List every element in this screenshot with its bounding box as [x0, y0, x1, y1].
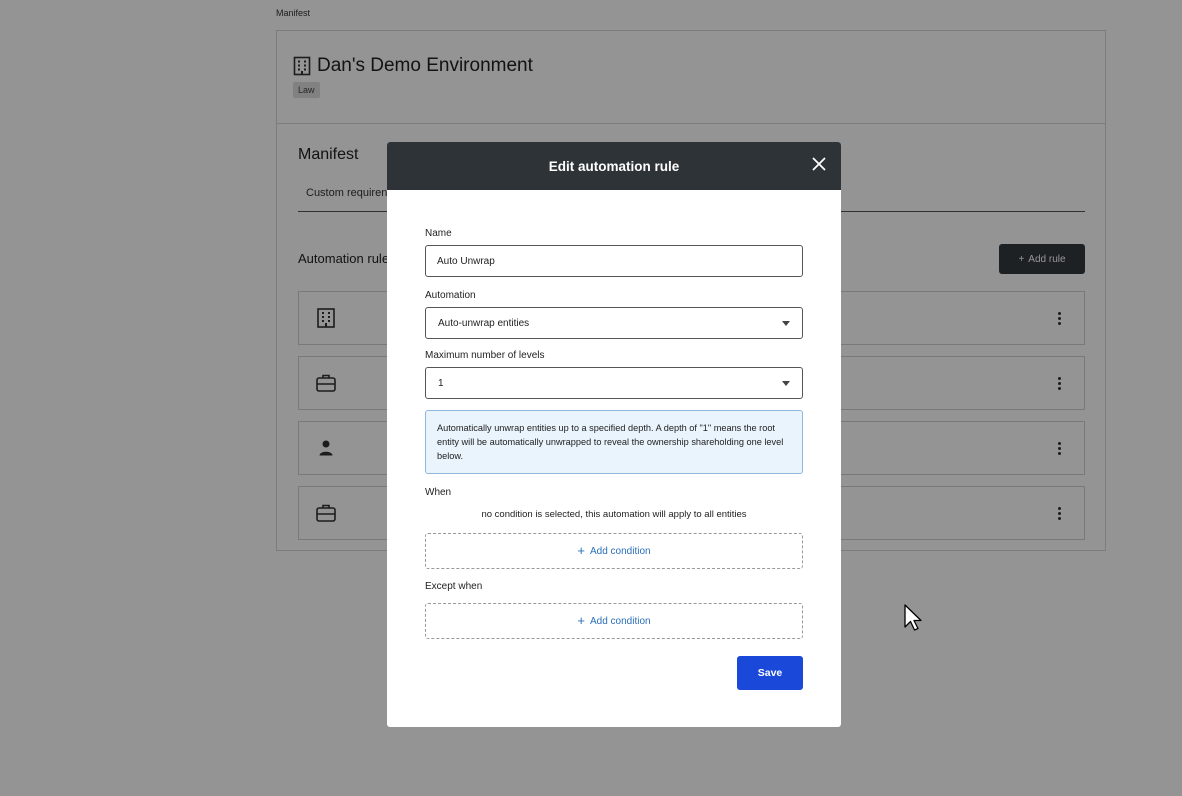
automation-select-value: Auto-unwrap entities [438, 318, 530, 329]
dialog-title: Edit automation rule [548, 158, 680, 174]
levels-select-value: 1 [438, 378, 444, 389]
except-when-label: Except when [425, 581, 483, 592]
name-input[interactable] [425, 245, 803, 277]
add-condition-label: Add condition [589, 615, 651, 627]
mouse-cursor-icon [904, 604, 922, 631]
plus-icon: + [577, 543, 585, 558]
dialog-header: Edit automation rule [387, 142, 841, 190]
automation-select[interactable]: Auto-unwrap entities [425, 307, 803, 339]
except-add-condition-button[interactable]: + Add condition [425, 603, 803, 639]
close-icon[interactable] [809, 154, 829, 174]
when-label: When [425, 487, 452, 498]
plus-icon: + [577, 613, 585, 628]
when-add-condition-button[interactable]: + Add condition [425, 533, 803, 569]
add-condition-label: Add condition [589, 545, 651, 557]
dropdown-arrow-icon [782, 321, 790, 326]
edit-automation-rule-dialog: Edit automation rule Name Automation Aut… [387, 142, 841, 727]
automation-label: Automation [425, 290, 476, 301]
info-message: Automatically unwrap entities up to a sp… [425, 410, 803, 474]
levels-select[interactable]: 1 [425, 367, 803, 399]
levels-label: Maximum number of levels [425, 350, 545, 361]
save-button[interactable]: Save [737, 656, 803, 690]
when-hint: no condition is selected, this automatio… [481, 509, 747, 520]
name-label: Name [425, 228, 452, 239]
dropdown-arrow-icon [782, 381, 790, 386]
